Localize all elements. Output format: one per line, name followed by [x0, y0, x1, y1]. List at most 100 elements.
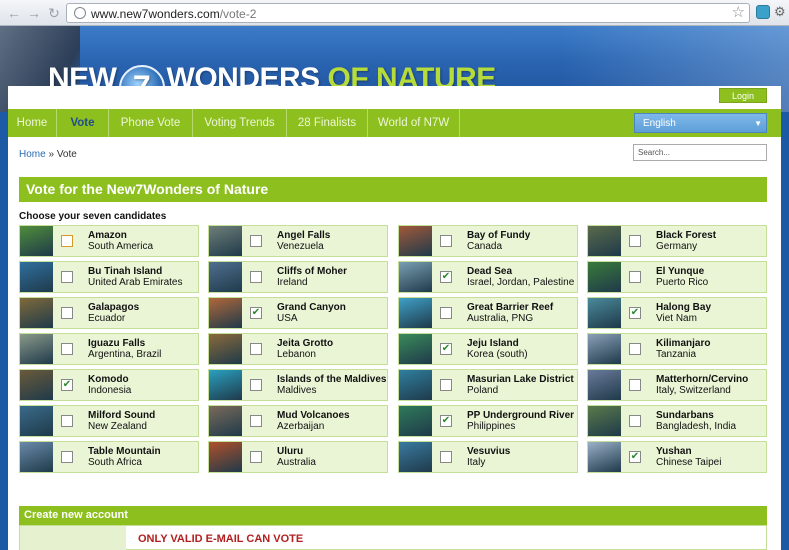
candidate-checkbox[interactable]: [629, 415, 641, 427]
candidate-checkbox[interactable]: [61, 415, 73, 427]
candidate-thumbnail: [209, 298, 242, 328]
candidate-name: Mud Volcanoes: [277, 410, 350, 421]
candidate-checkbox[interactable]: [61, 343, 73, 355]
candidate-name: Yushan: [656, 446, 692, 457]
candidate-name: PP Underground River: [467, 410, 575, 421]
menu-item-home[interactable]: Home: [8, 109, 57, 137]
candidate-card[interactable]: Masurian Lake District Poland: [398, 369, 578, 401]
candidate-card[interactable]: Cliffs of Moher Ireland: [208, 261, 388, 293]
candidate-country: Italy, Switzerland: [656, 385, 731, 396]
menu-item-28-finalists[interactable]: 28 Finalists: [287, 109, 368, 137]
candidate-thumbnail: [20, 262, 53, 292]
candidate-card[interactable]: Angel Falls Venezuela: [208, 225, 388, 257]
candidate-checkbox[interactable]: [440, 235, 452, 247]
menu-item-world-of-n7w[interactable]: World of N7W: [368, 109, 460, 137]
candidate-checkbox[interactable]: [250, 343, 262, 355]
candidate-checkbox[interactable]: [61, 235, 73, 247]
candidate-checkbox[interactable]: [61, 271, 73, 283]
candidate-card[interactable]: Amazon South America: [19, 225, 199, 257]
candidate-card[interactable]: Sundarbans Bangladesh, India: [587, 405, 767, 437]
candidate-card[interactable]: Uluru Australia: [208, 441, 388, 473]
candidate-card[interactable]: Iguazu Falls Argentina, Brazil: [19, 333, 199, 365]
candidate-thumbnail: [399, 442, 432, 472]
candidate-checkbox[interactable]: [61, 451, 73, 463]
reload-icon[interactable]: ↻: [46, 5, 62, 21]
candidate-card[interactable]: Mud Volcanoes Azerbaijan: [208, 405, 388, 437]
candidate-card[interactable]: Matterhorn/Cervino Italy, Switzerland: [587, 369, 767, 401]
address-bar[interactable]: www.new7wonders.com/vote-2 ☆: [66, 3, 750, 23]
candidate-checkbox[interactable]: ✔: [250, 307, 262, 319]
forward-icon[interactable]: →: [26, 5, 42, 21]
breadcrumb-home-link[interactable]: Home: [19, 149, 46, 160]
candidate-thumbnail: [588, 442, 621, 472]
candidate-card[interactable]: Islands of the Maldives Maldives: [208, 369, 388, 401]
candidate-checkbox[interactable]: ✔: [440, 415, 452, 427]
candidate-checkbox[interactable]: ✔: [440, 271, 452, 283]
candidate-card[interactable]: Table Mountain South Africa: [19, 441, 199, 473]
candidate-thumbnail: [399, 334, 432, 364]
candidate-checkbox[interactable]: [629, 235, 641, 247]
language-select[interactable]: English ▼: [634, 113, 767, 133]
candidate-name: Komodo: [88, 374, 129, 385]
candidate-country: Australia, PNG: [467, 313, 534, 324]
candidate-card[interactable]: Great Barrier Reef Australia, PNG: [398, 297, 578, 329]
bookmark-star-icon[interactable]: ☆: [732, 5, 745, 21]
candidate-checkbox[interactable]: [250, 451, 262, 463]
candidate-card[interactable]: Kilimanjaro Tanzania: [587, 333, 767, 365]
candidate-card[interactable]: Milford Sound New Zealand: [19, 405, 199, 437]
candidate-checkbox[interactable]: ✔: [629, 451, 641, 463]
candidate-card[interactable]: Galapagos Ecuador: [19, 297, 199, 329]
candidate-thumbnail: [588, 406, 621, 436]
candidate-card[interactable]: ✔ Dead Sea Israel, Jordan, Palestine: [398, 261, 578, 293]
candidate-card[interactable]: ✔ Halong Bay Viet Nam: [587, 297, 767, 329]
candidate-checkbox[interactable]: [250, 379, 262, 391]
candidate-name: Jeita Grotto: [277, 338, 334, 349]
candidate-thumbnail: [588, 334, 621, 364]
candidate-name: Galapagos: [88, 302, 140, 313]
candidate-checkbox[interactable]: ✔: [629, 307, 641, 319]
wrench-icon[interactable]: ⚙: [774, 4, 786, 20]
candidate-country: Italy: [467, 457, 486, 468]
candidate-checkbox[interactable]: ✔: [61, 379, 73, 391]
back-icon[interactable]: ←: [6, 5, 22, 21]
candidate-card[interactable]: Bu Tinah Island United Arab Emirates: [19, 261, 199, 293]
candidate-checkbox[interactable]: [440, 307, 452, 319]
candidate-checkbox[interactable]: [629, 271, 641, 283]
candidate-card[interactable]: ✔ PP Underground River Philippines: [398, 405, 578, 437]
create-account-panel: ONLY VALID E-MAIL CAN VOTE: [19, 525, 767, 550]
candidate-name: Uluru: [277, 446, 304, 457]
candidate-country: South America: [88, 241, 154, 252]
candidate-card[interactable]: ✔ Grand Canyon USA: [208, 297, 388, 329]
candidate-card[interactable]: El Yunque Puerto Rico: [587, 261, 767, 293]
login-button[interactable]: Login: [719, 88, 767, 103]
candidate-checkbox[interactable]: [629, 343, 641, 355]
extension-icon[interactable]: [756, 5, 770, 19]
candidate-checkbox[interactable]: [61, 307, 73, 319]
candidate-checkbox[interactable]: [250, 235, 262, 247]
candidate-country: Germany: [656, 241, 698, 252]
globe-icon: [74, 7, 86, 19]
candidate-thumbnail: [399, 406, 432, 436]
candidate-card[interactable]: Bay of Fundy Canada: [398, 225, 578, 257]
candidate-thumbnail: [209, 442, 242, 472]
candidate-checkbox[interactable]: [250, 271, 262, 283]
candidate-card[interactable]: ✔ Yushan Chinese Taipei: [587, 441, 767, 473]
candidate-checkbox[interactable]: [440, 379, 452, 391]
candidate-card[interactable]: Black Forest Germany: [587, 225, 767, 257]
menu-item-voting-trends[interactable]: Voting Trends: [193, 109, 287, 137]
vote-instruction: Choose your seven candidates: [19, 211, 167, 222]
menu-item-vote[interactable]: Vote: [57, 109, 109, 137]
candidate-thumbnail: [399, 370, 432, 400]
candidate-card[interactable]: Jeita Grotto Lebanon: [208, 333, 388, 365]
candidate-checkbox[interactable]: [250, 415, 262, 427]
candidate-card[interactable]: Vesuvius Italy: [398, 441, 578, 473]
menu-item-phone-vote[interactable]: Phone Vote: [109, 109, 193, 137]
candidate-name: Dead Sea: [467, 266, 513, 277]
candidate-card[interactable]: ✔ Komodo Indonesia: [19, 369, 199, 401]
candidate-card[interactable]: ✔ Jeju Island Korea (south): [398, 333, 578, 365]
candidate-checkbox[interactable]: ✔: [440, 343, 452, 355]
candidate-checkbox[interactable]: [629, 379, 641, 391]
search-input[interactable]: Search...: [633, 144, 767, 161]
create-account-header: Create new account: [19, 506, 767, 525]
candidate-checkbox[interactable]: [440, 451, 452, 463]
